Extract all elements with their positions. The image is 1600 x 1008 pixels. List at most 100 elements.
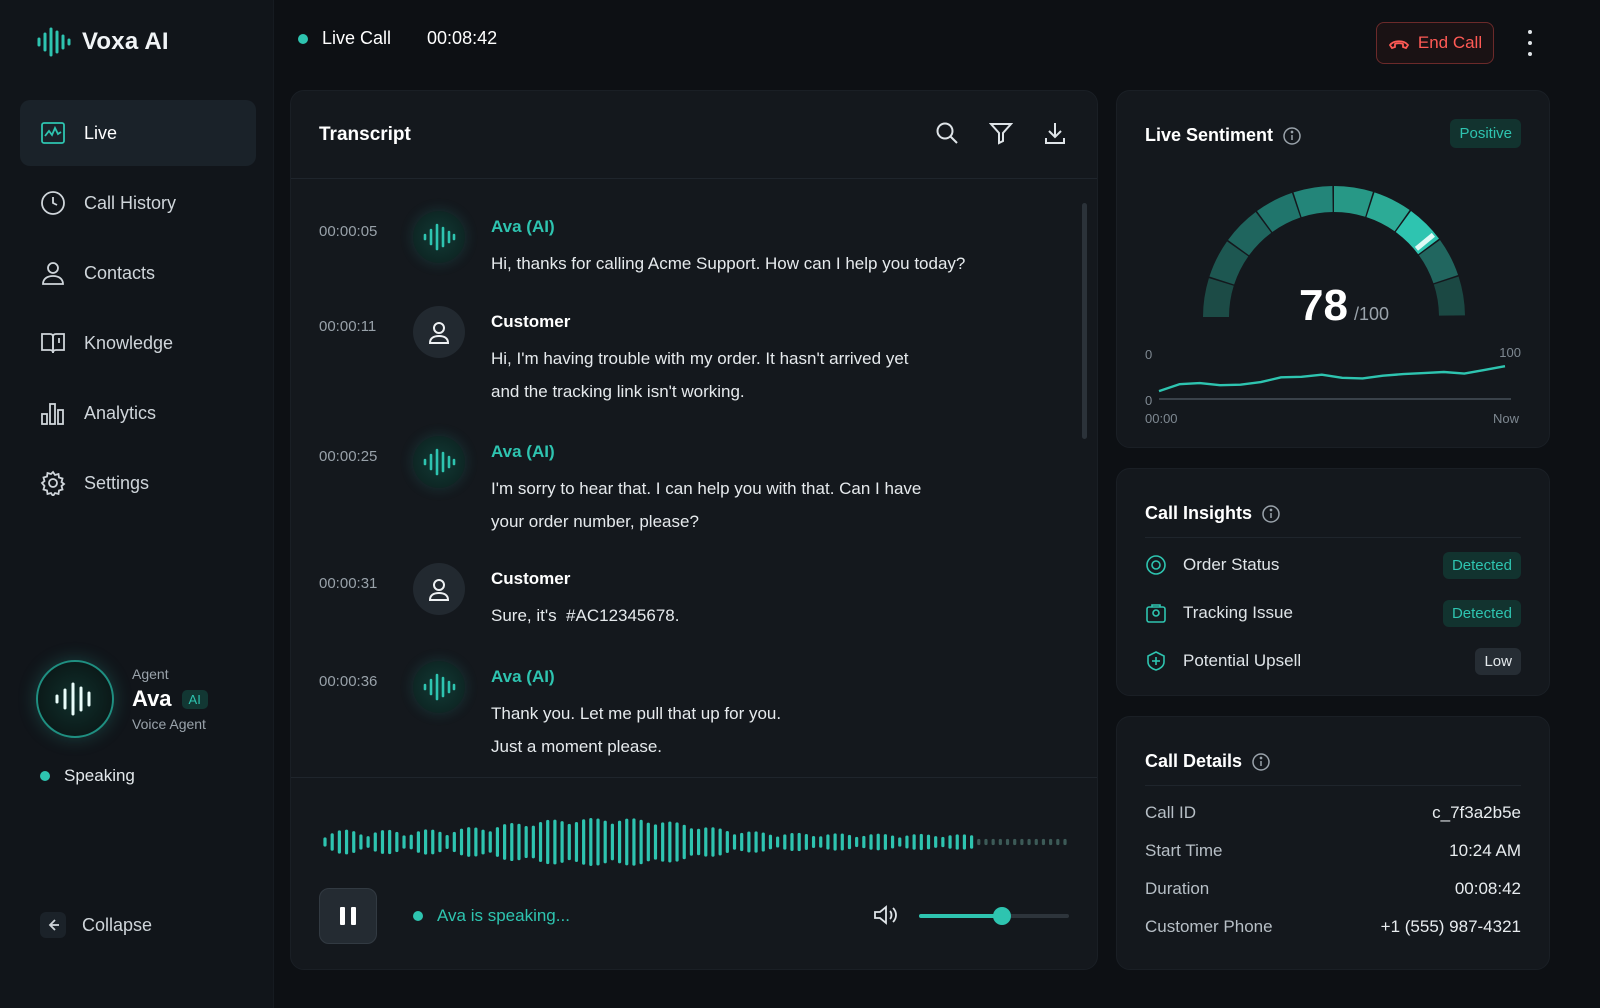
trend-baseline-label: 0 xyxy=(1145,393,1153,408)
gauge-segment xyxy=(1333,186,1373,217)
message-text: Hi, thanks for calling Acme Support. How… xyxy=(491,247,1011,280)
insight-label: Tracking Issue xyxy=(1183,603,1293,622)
gauge-segment xyxy=(1293,186,1334,218)
call-details-card: Call Details Call ID c_7f3a2b5e Start Ti… xyxy=(1116,716,1550,970)
detail-row: Duration 00:08:42 xyxy=(1145,879,1521,899)
message-timestamp: 00:00:25 xyxy=(319,448,378,465)
gauge-segment xyxy=(1366,192,1410,232)
transcript-scrollbar[interactable] xyxy=(1082,203,1087,439)
collapse-label: Collapse xyxy=(82,914,153,935)
volume-slider[interactable] xyxy=(919,907,1069,925)
voice-wave-icon xyxy=(423,673,456,701)
message-line: your order number, please? xyxy=(491,512,699,531)
message-line: Sure, it's #AC12345678. xyxy=(491,606,680,625)
clock-icon xyxy=(41,191,65,215)
collapse-button[interactable]: Collapse xyxy=(40,912,152,938)
sidebar: Voxa AI Live Call History Contacts Knowl… xyxy=(0,0,274,1008)
message-timestamp: 00:00:11 xyxy=(319,318,377,335)
filter-icon[interactable] xyxy=(989,121,1013,145)
gauge-segment xyxy=(1203,278,1234,318)
gauge-segment xyxy=(1228,211,1272,256)
sidebar-item-label: Live xyxy=(84,122,118,143)
sidebar-item-contacts[interactable]: Contacts xyxy=(20,240,256,306)
detail-key: Duration xyxy=(1145,879,1210,898)
speaker-name: Customer xyxy=(491,569,571,588)
message-text: Hi, I'm having trouble with my order. It… xyxy=(491,342,1011,408)
card-title: Live Sentiment xyxy=(1145,125,1301,146)
insight-row[interactable]: Potential Upsell Low xyxy=(1145,645,1521,677)
download-icon[interactable] xyxy=(1043,121,1067,145)
detail-value: 10:24 AM xyxy=(1449,841,1521,860)
message-line: Thank you. Let me pull that up for you. xyxy=(491,704,782,723)
gauge-segment xyxy=(1433,276,1465,317)
customer-avatar xyxy=(413,563,465,615)
sentiment-title: Live Sentiment xyxy=(1145,125,1274,145)
upsell-icon xyxy=(1145,650,1169,672)
sidebar-item-analytics[interactable]: Analytics xyxy=(20,380,256,446)
detail-row: Start Time 10:24 AM xyxy=(1145,841,1521,861)
main-nav: Live Call History Contacts Knowledge Ana… xyxy=(20,100,256,520)
player-status: Ava is speaking... xyxy=(413,906,570,926)
agent-status: Speaking xyxy=(20,752,256,800)
detail-row: Customer Phone +1 (555) 987-4321 xyxy=(1145,917,1521,937)
app-logo[interactable]: Voxa AI xyxy=(36,26,169,58)
agent-avatar xyxy=(36,660,114,738)
status-dot-icon xyxy=(40,771,50,781)
divider xyxy=(1145,537,1521,538)
agent-name-row: Ava AI xyxy=(132,686,208,712)
more-options-icon[interactable] xyxy=(1520,30,1540,56)
speaker-name: Ava (AI) xyxy=(491,217,555,236)
sidebar-item-label: Call History xyxy=(84,192,177,213)
info-icon[interactable] xyxy=(1283,126,1301,145)
detail-key: Customer Phone xyxy=(1145,917,1273,936)
transcript-list: 00:00:05 Ava (AI) Hi, thanks for calling… xyxy=(291,191,1081,779)
call-status-bar: Live Call 00:08:42 xyxy=(298,28,497,49)
end-call-button[interactable]: End Call xyxy=(1376,22,1494,64)
detail-key: Call ID xyxy=(1145,803,1197,822)
insight-row[interactable]: Order Status Detected xyxy=(1145,549,1521,581)
voice-wave-logo-icon xyxy=(37,27,71,57)
detail-value: 00:08:42 xyxy=(1454,879,1521,898)
sidebar-item-label: Analytics xyxy=(84,402,157,423)
sidebar-item-knowledge[interactable]: Knowledge xyxy=(20,310,256,376)
insights-title: Call Insights xyxy=(1145,503,1253,523)
speaker-name: Ava (AI) xyxy=(491,442,555,461)
sidebar-item-settings[interactable]: Settings xyxy=(20,450,256,516)
sidebar-item-live[interactable]: Live xyxy=(20,100,256,166)
detail-value: c_7f3a2b5e xyxy=(1432,803,1521,822)
live-dot-icon xyxy=(298,33,308,44)
message-line: and the tracking link isn't working. xyxy=(491,382,745,401)
arrow-left-icon xyxy=(40,912,66,938)
sidebar-item-label: Knowledge xyxy=(84,332,174,353)
agent-card: Agent Ava AI Voice Agent xyxy=(36,660,208,738)
status-dot-icon xyxy=(413,911,423,921)
agent-subtitle: Voice Agent xyxy=(132,716,206,732)
message-line: I'm sorry to hear that. I can help you w… xyxy=(491,479,922,498)
gear-icon xyxy=(40,470,66,496)
sentiment-score: 78 /100 xyxy=(1299,281,1389,331)
score-max: /100 xyxy=(1353,304,1389,324)
search-icon[interactable] xyxy=(935,121,959,145)
volume-icon[interactable] xyxy=(873,904,899,931)
insight-row[interactable]: Tracking Issue Detected xyxy=(1145,597,1521,629)
call-timer: 00:08:42 xyxy=(427,28,498,48)
agent-meta: Agent Ava AI Voice Agent xyxy=(132,666,208,732)
ai-avatar xyxy=(413,436,465,488)
sentiment-badge: Positive xyxy=(1450,119,1521,148)
sidebar-item-call-history[interactable]: Call History xyxy=(20,170,256,236)
sentiment-trend-chart xyxy=(1158,365,1511,400)
divider xyxy=(1145,785,1521,786)
detail-value: +1 (555) 987-4321 xyxy=(1380,917,1521,936)
volume-slider-knob[interactable] xyxy=(992,907,1011,925)
message-line: Hi, I'm having trouble with my order. It… xyxy=(491,349,909,368)
pause-button[interactable] xyxy=(319,888,377,944)
voice-wave-icon xyxy=(55,682,91,716)
user-icon xyxy=(428,579,450,601)
transcript-header: Transcript xyxy=(291,91,1097,179)
agent-role-label: Agent xyxy=(132,666,169,682)
info-icon[interactable] xyxy=(1262,504,1280,523)
agent-status-text: Speaking xyxy=(64,766,135,785)
trend-line xyxy=(1158,365,1506,393)
order-status-icon xyxy=(1145,554,1169,576)
info-icon[interactable] xyxy=(1252,752,1270,771)
